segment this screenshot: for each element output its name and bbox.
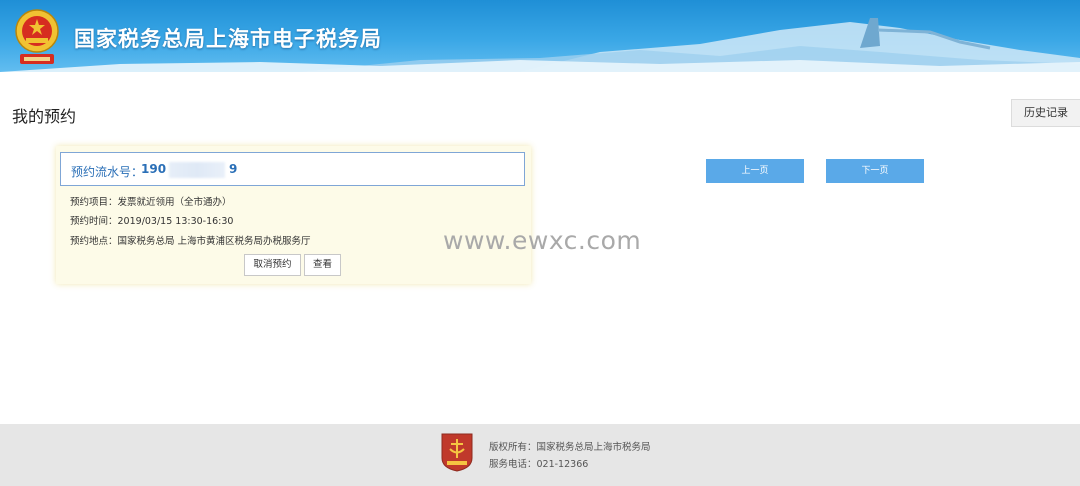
time-value: 2019/03/15 13:30-16:30 [117, 216, 234, 227]
watermark-text: www.ewxc.com [443, 226, 642, 255]
appointment-place: 预约地点：国家税务总局 上海市黄浦区税务局办税服务厅 [70, 233, 311, 247]
serial-prefix: 190 [141, 162, 167, 176]
serial-label: 预约流水号： [71, 165, 144, 179]
prev-page-button[interactable]: 上一页 [706, 159, 804, 183]
tax-service-logo-icon [441, 433, 473, 472]
footer-copyright: 版权所有：国家税务总局上海市税务局 [489, 442, 651, 453]
appointment-time: 预约时间：2019/03/15 13:30-16:30 [70, 213, 233, 227]
time-label: 预约时间： [70, 216, 118, 227]
item-value: 发票就近领用（全市通办） [117, 197, 232, 208]
site-header: 国家税务总局上海市电子税务局 [0, 0, 1080, 72]
site-footer: 版权所有：国家税务总局上海市税务局 服务电话：021-12366 [0, 424, 1080, 486]
next-page-button[interactable]: 下一页 [826, 159, 924, 183]
page-title: 我的预约 [12, 107, 77, 126]
appointment-card: 预约流水号： 190 9 预约项目：发票就近领用（全市通办） 预约时间：2019… [56, 146, 531, 284]
place-label: 预约地点： [70, 236, 118, 247]
serial-number-box[interactable]: 预约流水号： 190 9 [60, 152, 525, 186]
serial-redaction [169, 162, 225, 178]
history-button[interactable]: 历史记录 [1011, 99, 1080, 127]
place-value: 国家税务总局 上海市黄浦区税务局办税服务厅 [117, 236, 311, 247]
tax-emblem-icon [15, 9, 59, 64]
site-title: 国家税务总局上海市电子税务局 [74, 27, 382, 51]
serial-suffix: 9 [229, 162, 238, 176]
appointment-item: 预约项目：发票就近领用（全市通办） [70, 194, 232, 208]
cancel-appointment-button[interactable]: 取消预约 [244, 254, 301, 276]
view-button[interactable]: 查看 [304, 254, 341, 276]
item-label: 预约项目： [70, 197, 118, 208]
footer-phone: 服务电话：021-12366 [489, 459, 589, 470]
